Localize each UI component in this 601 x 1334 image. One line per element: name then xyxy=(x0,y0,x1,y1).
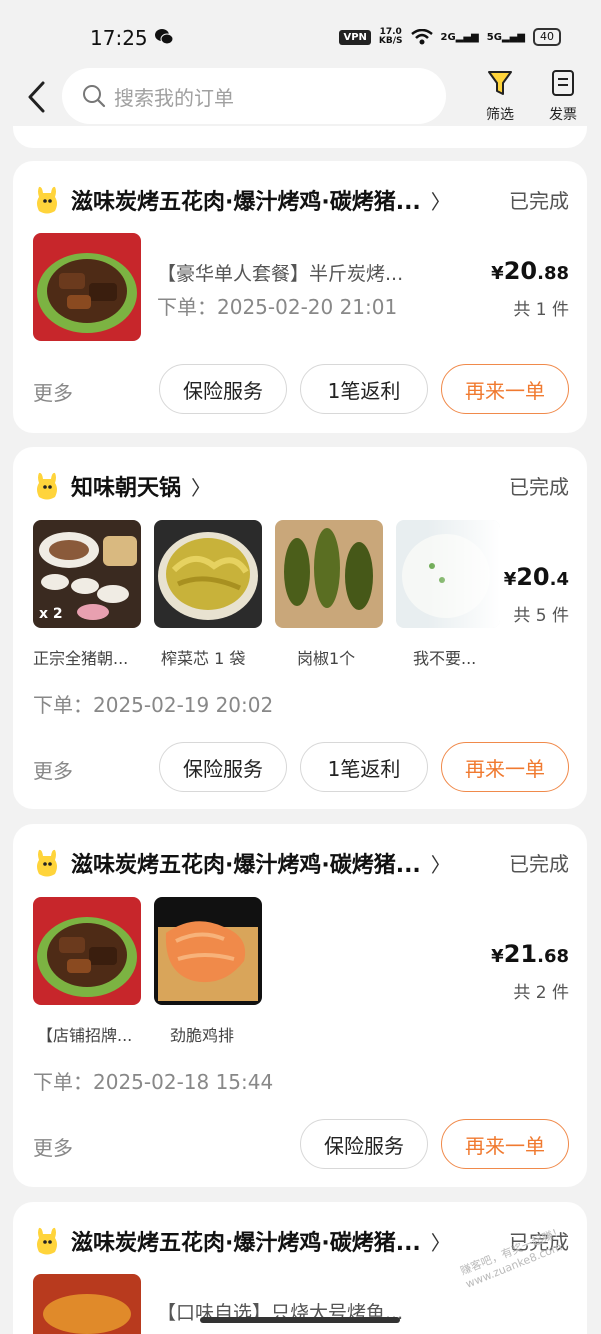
item-count: 共 2 件 xyxy=(513,983,569,1003)
order-price: ¥20.4 xyxy=(503,563,569,591)
meituan-kangaroo-icon xyxy=(37,472,57,500)
pepper-image xyxy=(275,520,383,628)
invoice-icon xyxy=(552,70,574,96)
status-bar: 17:25 VPN 17.0 KB/S 2G▂▄▆ 5G▂▄▆ 40 xyxy=(0,0,601,62)
order-card[interactable]: 滋味炭烤五花肉·爆汁烤鸡·碳烤猪... 〉 已完成 【店铺招牌... 劲脆鸡排 … xyxy=(13,824,587,1187)
chevron-right-icon: 〉 xyxy=(191,475,212,500)
pork-dish-image xyxy=(33,233,141,341)
battery-icon: 40 xyxy=(533,28,561,46)
meituan-kangaroo-icon xyxy=(37,849,57,877)
item-name: 岗椒1个 xyxy=(297,649,356,668)
invoice-label: 发票 xyxy=(549,107,577,123)
order-date: 下单：2025-02-19 20:02 xyxy=(33,693,274,717)
vpn-badge: VPN xyxy=(339,29,371,45)
back-arrow-icon[interactable] xyxy=(24,80,50,114)
rebate-button[interactable]: 1笔返利 xyxy=(300,742,428,792)
item-name: 劲脆鸡排 xyxy=(170,1026,235,1045)
order-price: ¥20.88 xyxy=(491,257,569,285)
meituan-kangaroo-icon xyxy=(37,1227,57,1255)
status-time: 17:25 xyxy=(90,26,148,50)
order-date: 下单：2025-02-20 21:01 xyxy=(157,295,398,319)
more-link[interactable]: 更多 xyxy=(33,377,73,406)
shop-row[interactable]: 滋味炭烤五花肉·爆汁烤鸡·碳烤猪... 〉 xyxy=(33,846,569,880)
pork-dish-image xyxy=(33,897,141,1005)
item-count: 共 1 件 xyxy=(513,300,569,320)
filter-icon xyxy=(488,71,512,95)
previous-order-card-edge xyxy=(13,126,587,148)
order-date: 下单：2025-02-18 15:44 xyxy=(33,1070,274,1094)
chevron-right-icon: 〉 xyxy=(430,852,451,877)
food-thumbnail[interactable] xyxy=(33,233,141,341)
filter-button[interactable]: 筛选 xyxy=(480,68,520,124)
food-thumbnail[interactable]: x 2 xyxy=(33,520,141,628)
more-link[interactable]: 更多 xyxy=(33,755,73,784)
order-status: 已完成 xyxy=(509,475,569,499)
order-item-desc: 【豪华单人套餐】半斤炭烤... xyxy=(157,263,404,285)
insurance-button[interactable]: 保险服务 xyxy=(300,1119,428,1169)
order-card[interactable]: 知味朝天锅 〉 已完成 x 2 正宗全猪朝... 榨菜芯 1 袋 岗椒1个 我不… xyxy=(13,447,587,809)
item-name: 榨菜芯 1 袋 xyxy=(161,649,246,668)
shop-row[interactable]: 知味朝天锅 〉 xyxy=(33,469,569,503)
network-speed: 17.0 KB/S xyxy=(378,27,403,46)
search-placeholder: 搜索我的订单 xyxy=(114,85,234,110)
reorder-button[interactable]: 再来一单 xyxy=(441,364,569,414)
shop-row[interactable]: 滋味炭烤五花肉·爆汁烤鸡·碳烤猪... 〉 xyxy=(33,183,569,217)
food-thumbnail[interactable] xyxy=(33,897,141,1005)
food-thumbnail[interactable] xyxy=(154,520,262,628)
insurance-button[interactable]: 保险服务 xyxy=(159,742,287,792)
item-name: 【店铺招牌... xyxy=(37,1026,133,1045)
signal-2g-icon: 2G▂▄▆ xyxy=(440,31,479,43)
invoice-button[interactable]: 发票 xyxy=(543,68,583,124)
status-icons: VPN 17.0 KB/S 2G▂▄▆ 5G▂▄▆ 40 xyxy=(339,28,561,46)
reorder-button[interactable]: 再来一单 xyxy=(441,742,569,792)
more-link[interactable]: 更多 xyxy=(33,1132,73,1161)
fish-dish-image xyxy=(33,1274,141,1334)
food-thumbnail[interactable] xyxy=(275,520,383,628)
shop-name: 滋味炭烤五花肉·爆汁烤鸡·碳烤猪... xyxy=(71,1231,421,1256)
item-count: 共 5 件 xyxy=(513,606,569,626)
signal-5g-icon: 5G▂▄▆ xyxy=(486,31,525,43)
food-thumbnail[interactable] xyxy=(154,897,262,1005)
insurance-button[interactable]: 保险服务 xyxy=(159,364,287,414)
chicken-cutlet-image xyxy=(154,897,262,1005)
home-indicator[interactable] xyxy=(200,1317,400,1323)
shop-name: 滋味炭烤五花肉·爆汁烤鸡·碳烤猪... xyxy=(71,853,421,878)
order-status: 已完成 xyxy=(509,852,569,876)
item-name: 正宗全猪朝... xyxy=(33,649,129,668)
filter-label: 筛选 xyxy=(486,107,514,123)
food-thumbnail[interactable] xyxy=(396,520,500,628)
shop-name: 滋味炭烤五花肉·爆汁烤鸡·碳烤猪... xyxy=(71,190,421,215)
order-status: 已完成 xyxy=(509,189,569,213)
pickled-mustard-image xyxy=(154,520,262,628)
order-card[interactable]: 滋味炭烤五花肉·爆汁烤鸡·碳烤猪... 〉 已完成 【豪华单人套餐】半斤炭烤..… xyxy=(13,161,587,433)
reorder-button[interactable]: 再来一单 xyxy=(441,1119,569,1169)
wechat-icon xyxy=(155,29,174,45)
soup-image xyxy=(396,520,500,628)
search-input[interactable]: 搜索我的订单 xyxy=(62,68,446,124)
rebate-button[interactable]: 1笔返利 xyxy=(300,364,428,414)
chevron-right-icon: 〉 xyxy=(430,1230,451,1255)
food-thumbnail[interactable] xyxy=(33,1274,141,1334)
order-price: ¥21.68 xyxy=(491,940,569,968)
shop-name: 知味朝天锅 xyxy=(71,476,182,501)
wifi-icon xyxy=(410,29,433,45)
meituan-kangaroo-icon xyxy=(37,186,57,214)
quantity-badge: x 2 xyxy=(39,606,63,622)
chevron-right-icon: 〉 xyxy=(430,189,451,214)
search-icon xyxy=(83,85,106,108)
item-name: 我不要... xyxy=(413,649,477,668)
